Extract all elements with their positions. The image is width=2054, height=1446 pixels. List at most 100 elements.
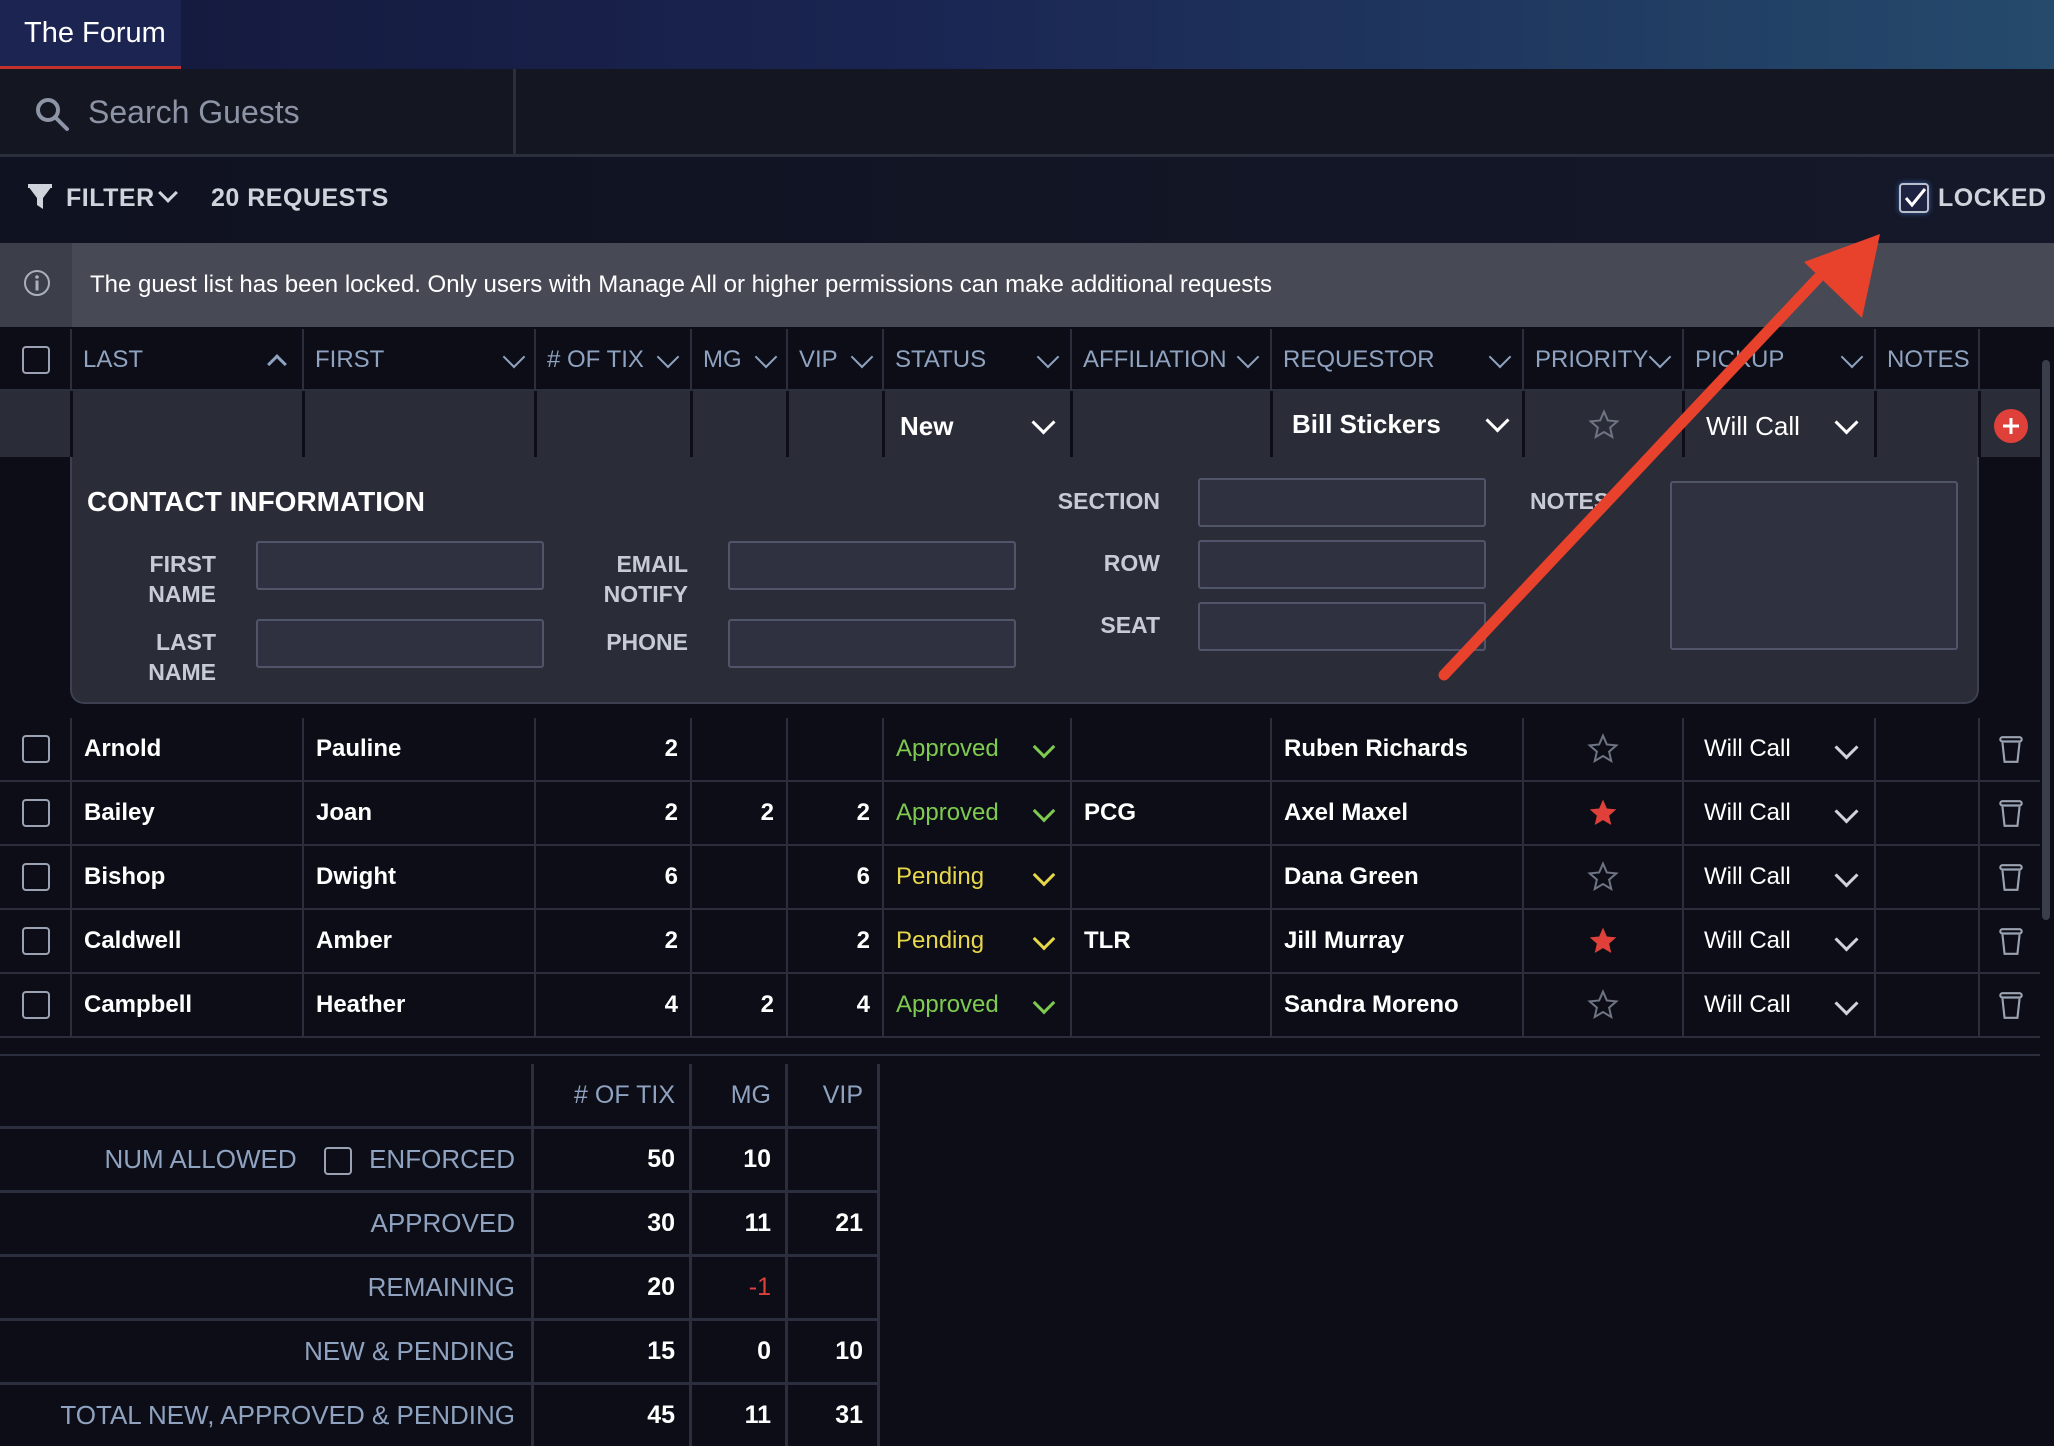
star-filled-icon[interactable] [1587,925,1619,957]
chevron-down-icon[interactable] [1834,735,1859,760]
chevron-down-icon[interactable] [1834,991,1859,1016]
star-outline-icon[interactable] [1587,733,1619,765]
affiliation-cell [1072,974,1272,1036]
table-row[interactable]: Bishop Dwight 6 6 Pending Dana Green Will Call [0,846,2040,910]
summary-label: NEW & PENDING [0,1320,534,1382]
trash-icon[interactable] [1998,926,2024,956]
status-select[interactable]: Pending [884,846,1072,908]
status-select[interactable]: Approved [884,718,1072,780]
chevron-down-icon[interactable] [1032,863,1056,887]
trash-icon[interactable] [1998,798,2024,828]
priority-star-cell[interactable] [1524,846,1684,908]
new-requestor-select[interactable]: Bill Stickers [1292,409,1441,440]
status-select[interactable]: Pending [884,910,1072,972]
first-name-cell: Dwight [304,846,536,908]
chevron-down-icon[interactable] [1834,799,1859,824]
col-vip[interactable]: VIP [788,329,884,391]
table-row-partial [0,1054,2040,1064]
phone-field[interactable] [728,619,1016,668]
chevron-down-icon[interactable] [1834,863,1859,888]
table-row[interactable]: Caldwell Amber 2 2 Pending TLR Jill Murray Will… [0,910,2040,974]
priority-star-cell[interactable] [1524,974,1684,1036]
divider [690,391,693,457]
pickup-select[interactable]: Will Call [1684,782,1876,844]
row-checkbox[interactable] [22,735,50,763]
summary-label: TOTAL NEW, APPROVED & PENDING [0,1384,534,1446]
star-outline-icon[interactable] [1587,989,1619,1021]
table-row[interactable]: Bailey Joan 2 2 2 Approved PCG Axel Maxel Will C… [0,782,2040,846]
pickup-label: Will Call [1704,799,1791,826]
last-name-field[interactable] [256,619,544,668]
new-status-select[interactable]: New [900,411,953,442]
summary-value: 11 [692,1384,788,1446]
divider [1270,391,1273,457]
notes-field[interactable] [1670,481,1958,650]
pickup-select[interactable]: Will Call [1684,910,1876,972]
col-tix[interactable]: # OF TIX [536,329,692,391]
table-row[interactable]: Campbell Heather 4 2 4 Approved Sandra Moreno W… [0,974,2040,1038]
status-select[interactable]: Approved [884,782,1072,844]
col-notes[interactable]: NOTES [1876,329,1980,391]
status-select[interactable]: Approved [884,974,1072,1036]
tix-cell: 2 [536,910,692,972]
star-outline-icon[interactable] [1588,409,1620,441]
chevron-down-icon[interactable] [1032,927,1056,951]
chevron-down-icon [850,345,874,369]
pickup-select[interactable]: Will Call [1684,974,1876,1036]
info-icon [24,270,50,296]
new-pickup-select[interactable]: Will Call [1706,411,1800,442]
chevron-down-icon [1036,345,1060,369]
delete-cell [1980,846,2040,908]
pickup-select[interactable]: Will Call [1684,846,1876,908]
summary-header-label [0,1064,534,1126]
first-name-label: FIRST NAME [148,551,216,607]
sort-up-icon[interactable] [267,354,287,374]
trash-icon[interactable] [1998,990,2024,1020]
venue-tab[interactable]: The Forum [0,0,181,69]
first-name-field[interactable] [256,541,544,590]
trash-icon[interactable] [1998,734,2024,764]
col-first[interactable]: FIRST [304,329,536,391]
search-input[interactable] [86,86,506,138]
col-last[interactable]: LAST [72,329,304,391]
col-affiliation[interactable]: AFFILIATION [1072,329,1272,391]
num-allowed-label: NUM ALLOWED [104,1144,297,1174]
priority-star-cell[interactable] [1524,718,1684,780]
chevron-down-icon[interactable] [1032,991,1056,1015]
row-checkbox[interactable] [22,799,50,827]
locked-checkbox[interactable] [1899,183,1929,213]
table-scrollbar[interactable] [2042,360,2050,920]
filter-button[interactable]: FILTER [66,184,155,213]
enforced-checkbox[interactable] [323,1147,352,1176]
col-pickup[interactable]: PICKUP [1684,329,1876,391]
select-all-checkbox[interactable] [22,346,50,374]
locked-label: LOCKED [1938,184,2047,212]
row-field[interactable] [1198,540,1486,589]
email-notify-field[interactable] [728,541,1016,590]
pickup-select[interactable]: Will Call [1684,718,1876,780]
row-checkbox[interactable] [22,863,50,891]
col-mg[interactable]: MG [692,329,788,391]
col-status[interactable]: STATUS [884,329,1072,391]
star-outline-icon[interactable] [1587,861,1619,893]
priority-star-cell[interactable] [1524,910,1684,972]
add-request-button[interactable] [1994,409,2028,443]
filter-icon[interactable] [26,183,54,213]
col-priority[interactable]: PRIORITY [1524,329,1684,391]
vip-cell [788,718,884,780]
chevron-down-icon[interactable] [1032,799,1056,823]
row-checkbox[interactable] [22,991,50,1019]
requestor-cell: Jill Murray [1272,910,1524,972]
priority-star-cell[interactable] [1524,782,1684,844]
star-filled-icon[interactable] [1587,797,1619,829]
row-checkbox[interactable] [22,927,50,955]
section-field[interactable] [1198,478,1486,527]
trash-icon[interactable] [1998,862,2024,892]
chevron-down-icon[interactable] [1032,735,1056,759]
chevron-down-icon [502,345,526,369]
table-row[interactable]: Arnold Pauline 2 Approved Ruben Richards Will… [0,718,2040,782]
chevron-down-icon[interactable] [1834,927,1859,952]
row-select-cell [0,846,72,908]
seat-field[interactable] [1198,602,1486,651]
col-requestor[interactable]: REQUESTOR [1272,329,1524,391]
